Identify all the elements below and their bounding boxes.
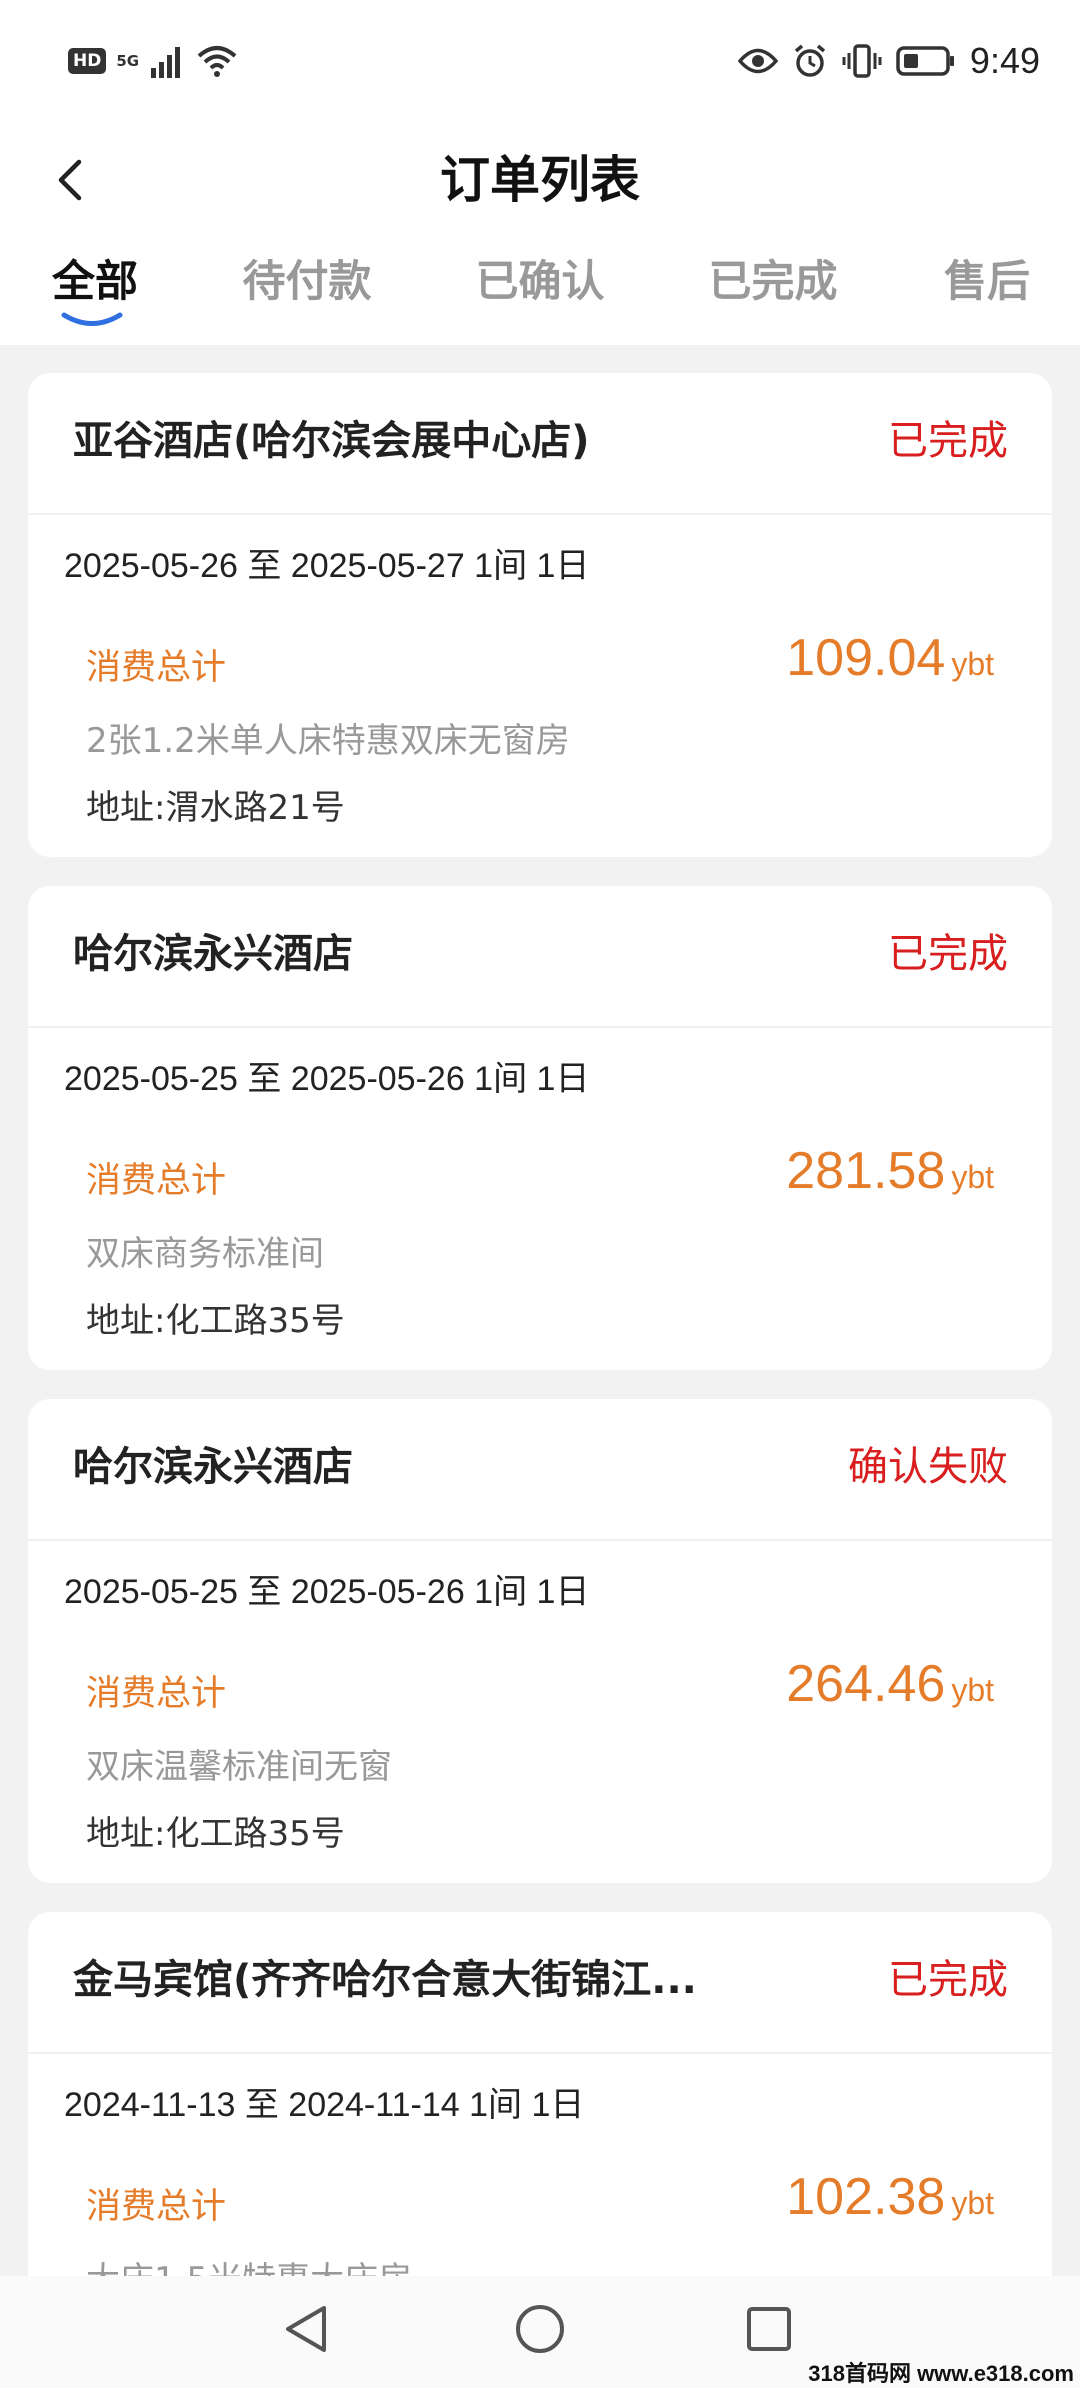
hotel-address: 地址:渭水路21号 <box>86 788 345 828</box>
status-right: 9:49 <box>737 40 1040 82</box>
order-list-screen: HD 5G 9:49 订单列表 全部 待付款 已确认 已完成 售后 亚谷酒店(哈… <box>0 0 1080 2388</box>
alarm-icon <box>794 44 826 77</box>
order-price: 109.04 ybt <box>786 623 994 706</box>
order-card-header: 金马宾馆(齐齐哈尔合意大街锦江... 已完成 <box>28 1912 1052 2054</box>
total-label: 消费总计 <box>86 2187 227 2227</box>
price-amount: 264.46 <box>786 1655 946 1713</box>
room-type: 2张1.2米单人床特惠双床无窗房 <box>86 721 570 761</box>
stay-dates: 2024-11-13 至 2024-11-14 1间 1日 <box>64 2086 585 2124</box>
order-card[interactable]: 哈尔滨永兴酒店 已完成 2025-05-25 至 2025-05-26 1间 1… <box>28 886 1052 1370</box>
order-status: 确认失败 <box>848 1444 1008 1490</box>
total-label: 消费总计 <box>86 1161 227 1201</box>
nav-recents-button[interactable] <box>734 2294 804 2364</box>
price-unit: ybt <box>951 1672 994 1708</box>
stay-dates: 2025-05-26 至 2025-05-27 1间 1日 <box>64 547 590 585</box>
triangle-back-icon <box>286 2306 326 2352</box>
order-card-header: 哈尔滨永兴酒店 已完成 <box>28 886 1052 1028</box>
nav-bar: 订单列表 <box>0 130 1080 230</box>
stay-dates: 2025-05-25 至 2025-05-26 1间 1日 <box>64 1573 590 1611</box>
battery-icon <box>896 46 954 76</box>
order-price: 281.58 ybt <box>786 1136 994 1219</box>
order-status: 已完成 <box>888 931 1008 977</box>
signal-icon <box>151 47 181 78</box>
status-bar: HD 5G 9:49 <box>0 0 1080 130</box>
system-nav-bar: 318首码网 www.e318.com <box>0 2276 1080 2388</box>
price-amount: 102.38 <box>786 2168 946 2226</box>
hotel-name: 金马宾馆(齐齐哈尔合意大街锦江... <box>73 1957 697 2003</box>
active-tab-indicator <box>61 312 123 326</box>
room-type: 双床温馨标准间无窗 <box>86 1747 392 1787</box>
watermark: 318首码网 www.e318.com <box>808 2361 1074 2386</box>
page-title: 订单列表 <box>440 151 640 209</box>
tab-after-sales[interactable]: 售后 <box>932 252 1042 322</box>
price-unit: ybt <box>951 1159 994 1195</box>
nav-back-button[interactable] <box>272 2294 342 2364</box>
square-recents-icon <box>747 2307 791 2351</box>
tab-bar: 全部 待付款 已确认 已完成 售后 <box>0 230 1080 345</box>
circle-home-icon <box>516 2305 564 2353</box>
network-type: 5G <box>116 52 140 70</box>
hotel-name: 哈尔滨永兴酒店 <box>73 1444 353 1490</box>
order-status: 已完成 <box>888 1957 1008 2003</box>
status-left: HD 5G <box>68 44 239 78</box>
tab-pending-payment[interactable]: 待付款 <box>232 252 382 322</box>
order-card[interactable]: 哈尔滨永兴酒店 确认失败 2025-05-25 至 2025-05-26 1间 … <box>28 1399 1052 1883</box>
tab-confirmed[interactable]: 已确认 <box>465 252 615 322</box>
order-card-header: 亚谷酒店(哈尔滨会展中心店) 已完成 <box>28 373 1052 515</box>
hotel-name: 亚谷酒店(哈尔滨会展中心店) <box>73 418 590 464</box>
room-type: 双床商务标准间 <box>86 1234 324 1274</box>
nav-home-button[interactable] <box>505 2294 575 2364</box>
price-unit: ybt <box>951 646 994 682</box>
tab-completed[interactable]: 已完成 <box>698 252 848 322</box>
order-status: 已完成 <box>888 418 1008 464</box>
total-label: 消费总计 <box>86 1674 227 1714</box>
clock-time: 9:49 <box>969 40 1040 81</box>
order-card-header: 哈尔滨永兴酒店 确认失败 <box>28 1399 1052 1541</box>
price-amount: 281.58 <box>786 1142 946 1200</box>
stay-dates: 2025-05-25 至 2025-05-26 1间 1日 <box>64 1060 590 1098</box>
hd-badge: HD <box>68 48 107 74</box>
hotel-address: 地址:化工路35号 <box>86 1814 345 1854</box>
price-unit: ybt <box>951 2185 994 2221</box>
hotel-address: 地址:化工路35号 <box>86 1301 345 1341</box>
order-price: 264.46 ybt <box>786 1649 994 1732</box>
hotel-name: 哈尔滨永兴酒店 <box>73 931 353 977</box>
order-card[interactable]: 亚谷酒店(哈尔滨会展中心店) 已完成 2025-05-26 至 2025-05-… <box>28 373 1052 857</box>
order-price: 102.38 ybt <box>786 2162 994 2245</box>
total-label: 消费总计 <box>86 648 227 688</box>
price-amount: 109.04 <box>786 629 946 687</box>
eye-icon <box>737 48 778 74</box>
wifi-icon <box>197 46 237 77</box>
vibrate-icon <box>842 44 882 78</box>
